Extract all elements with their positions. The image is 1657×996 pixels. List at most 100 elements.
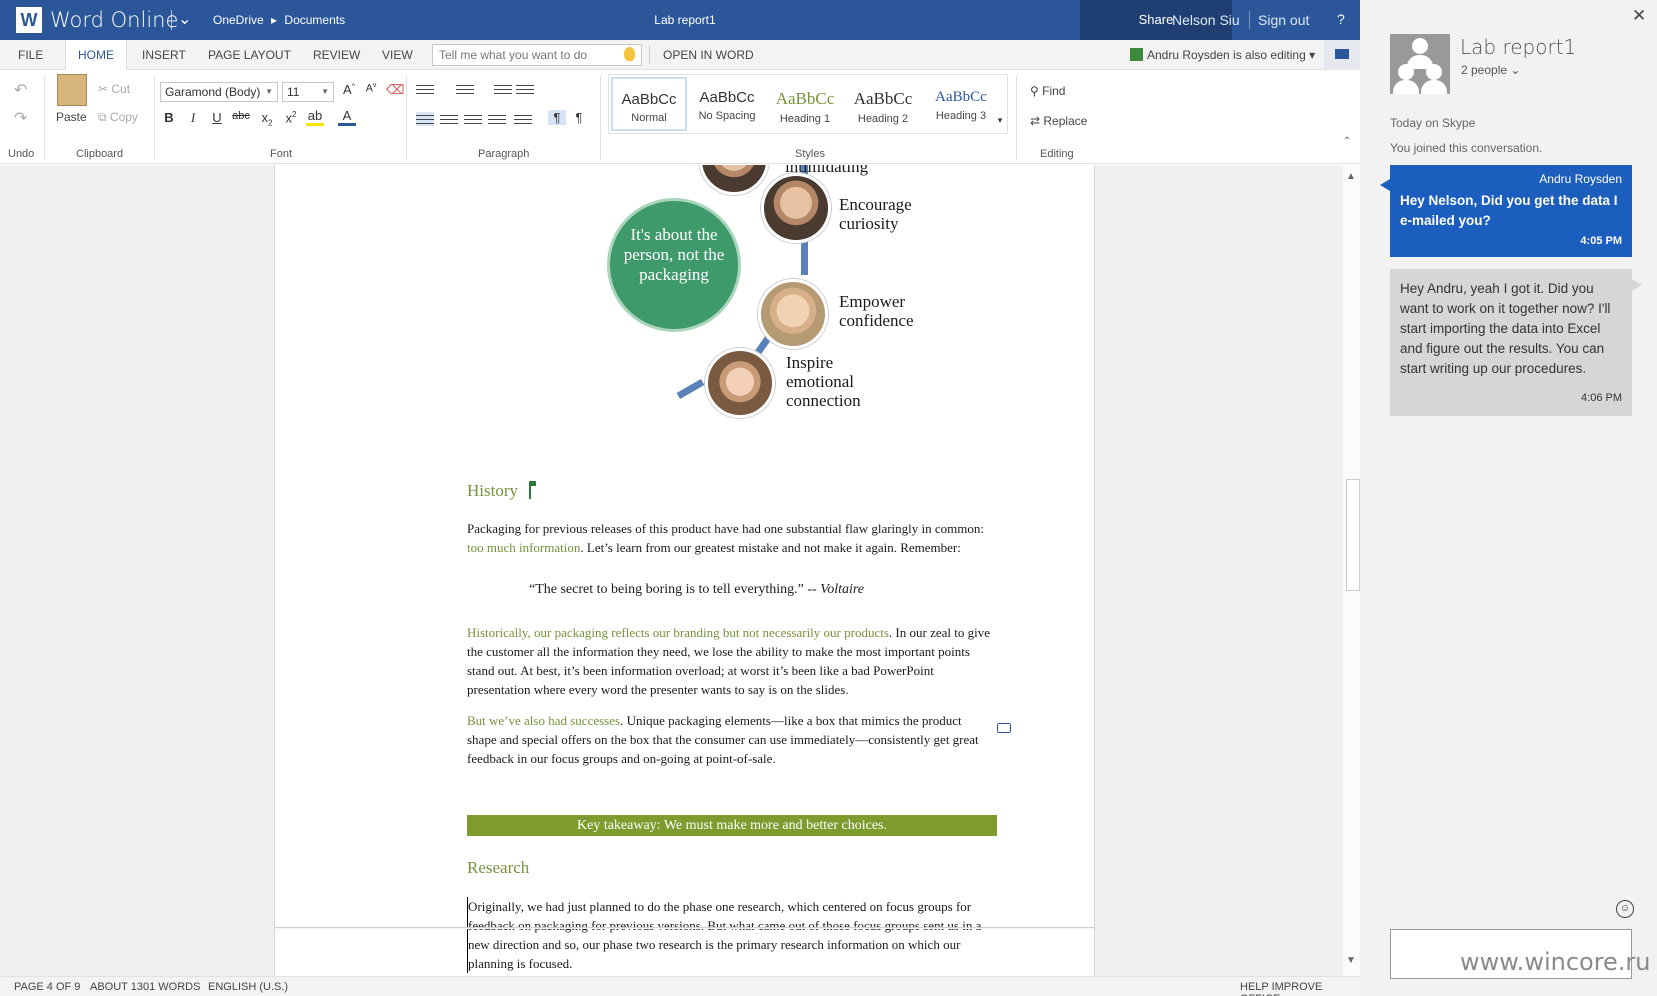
word-count: ABOUT 1301 WORDS: [90, 981, 201, 993]
message-sender: Andru Roysden: [1539, 172, 1622, 186]
style-heading-2[interactable]: AaBbCc Heading 2: [845, 77, 921, 131]
breadcrumb-onedrive[interactable]: OneDrive: [213, 13, 264, 27]
tab-review[interactable]: REVIEW: [301, 40, 372, 70]
help-button[interactable]: ?: [1337, 11, 1345, 27]
infographic-connector: [676, 378, 705, 400]
document-title[interactable]: Lab report1: [580, 13, 790, 27]
undo-icon[interactable]: ↶: [14, 80, 27, 100]
tell-me-input[interactable]: Tell me what you want to do: [432, 44, 642, 66]
increase-indent-icon[interactable]: [516, 82, 534, 96]
face-photo: [699, 165, 769, 195]
italic-icon[interactable]: I: [184, 110, 202, 126]
open-in-word-button[interactable]: OPEN IN WORD: [651, 40, 766, 70]
numbering-icon[interactable]: [456, 82, 474, 96]
style-no-spacing[interactable]: AaBbCc No Spacing: [689, 77, 765, 131]
chat-button[interactable]: [1324, 40, 1360, 70]
replace-icon: ⇄: [1030, 114, 1044, 128]
copy-icon: ⧉: [98, 110, 110, 124]
infographic-item: Inspire emotional connection: [786, 353, 861, 410]
style-name: Heading 3: [935, 110, 987, 122]
infographic-center-circle: It's about the person, not the packaging: [607, 198, 741, 332]
group-avatar-icon: [1390, 34, 1450, 94]
font-color-icon[interactable]: A: [338, 108, 356, 126]
style-heading-3[interactable]: AaBbCc Heading 3: [923, 77, 999, 131]
document-area: intimidating It's about the person, not …: [0, 165, 1360, 976]
comment-icon[interactable]: [997, 723, 1011, 733]
message-text: Hey Nelson, Did you get the data I e-mai…: [1400, 193, 1618, 228]
bold-icon[interactable]: B: [160, 110, 178, 125]
scroll-down-icon[interactable]: ▼: [1346, 955, 1356, 966]
grow-font-icon[interactable]: A^: [340, 82, 358, 97]
paste-button[interactable]: Paste: [56, 110, 87, 124]
style-sample: AaBbCc: [935, 89, 987, 105]
divider: [154, 76, 155, 160]
align-left-icon[interactable]: [416, 112, 434, 126]
close-icon[interactable]: ✕: [1632, 6, 1646, 26]
app-name[interactable]: Word Online: [50, 8, 178, 32]
tab-file[interactable]: FILE: [6, 40, 55, 70]
tab-home[interactable]: HOME: [65, 40, 127, 71]
breadcrumb: OneDrive ▸ Documents: [213, 13, 349, 27]
ribbon-tabs: FILE HOME INSERT PAGE LAYOUT REVIEW VIEW…: [0, 40, 1360, 71]
hyperlink[interactable]: But we’ve also had successes: [467, 713, 620, 728]
clear-formatting-icon[interactable]: ⌫: [386, 82, 404, 98]
styles-more-icon[interactable]: ▾: [991, 115, 1009, 126]
document-page[interactable]: intimidating It's about the person, not …: [274, 165, 1095, 976]
align-right-icon[interactable]: [464, 112, 482, 126]
underline-icon[interactable]: U: [208, 110, 226, 125]
cut-button[interactable]: ✂ Cut: [98, 82, 130, 96]
sign-out-link[interactable]: Sign out: [1258, 12, 1309, 28]
tab-view[interactable]: VIEW: [370, 40, 425, 70]
chevron-down-icon[interactable]: ⌄: [178, 9, 191, 29]
font-name-select[interactable]: Garamond (Body) ▼: [160, 82, 278, 102]
co-author-label: Andru Roysden is also editing: [1147, 48, 1306, 62]
line-spacing-icon[interactable]: [514, 112, 532, 126]
bullets-icon[interactable]: [416, 82, 434, 96]
subscript-icon[interactable]: x2: [258, 110, 276, 128]
language[interactable]: ENGLISH (U.S.): [208, 981, 288, 993]
find-button[interactable]: ⚲ Find: [1030, 84, 1065, 98]
justify-icon[interactable]: [488, 112, 506, 126]
paste-icon[interactable]: [57, 74, 87, 106]
style-normal[interactable]: AaBbCc Normal: [611, 77, 687, 131]
person-icon: [1130, 48, 1143, 61]
divider: [171, 10, 172, 30]
scrollbar-thumb[interactable]: [1346, 479, 1360, 591]
face-photo: [705, 348, 775, 418]
ltr-icon[interactable]: ¶: [548, 110, 566, 125]
highlight-icon[interactable]: ab: [306, 108, 324, 126]
replace-button[interactable]: ⇄ Replace: [1030, 114, 1087, 128]
message-bubble: Hey Andru, yeah I got it. Did you want t…: [1390, 269, 1642, 416]
font-size-select[interactable]: 11 ▼: [282, 82, 334, 102]
redo-icon[interactable]: ↷: [14, 108, 27, 128]
group-label-editing: Editing: [1040, 148, 1074, 160]
vertical-scrollbar[interactable]: ▲ ▼: [1343, 165, 1360, 976]
rtl-icon[interactable]: ¶: [570, 110, 588, 125]
group-label-font: Font: [270, 148, 293, 160]
strikethrough-icon[interactable]: abc: [232, 110, 250, 122]
hyperlink[interactable]: too much information: [467, 540, 580, 555]
align-center-icon[interactable]: [440, 112, 458, 126]
shrink-font-icon[interactable]: Av: [362, 82, 380, 95]
tab-page-layout[interactable]: PAGE LAYOUT: [196, 40, 303, 70]
participants-dropdown[interactable]: 2 people ⌄: [1461, 63, 1520, 77]
co-author-indicator[interactable]: Andru Roysden is also editing ▾: [1130, 48, 1315, 62]
tell-me-placeholder: Tell me what you want to do: [439, 48, 588, 62]
research-heading: Research: [467, 858, 530, 877]
hyperlink[interactable]: Historically, our packaging reflects our…: [467, 625, 889, 640]
user-name[interactable]: Nelson Siu: [1172, 12, 1240, 28]
message-bubble: Andru Roysden Hey Nelson, Did you get th…: [1380, 165, 1632, 257]
scroll-up-icon[interactable]: ▲: [1346, 171, 1356, 182]
copy-button[interactable]: ⧉ Copy: [98, 110, 138, 125]
paragraph: Originally, we had just planned to do th…: [467, 897, 997, 973]
tab-insert[interactable]: INSERT: [130, 40, 198, 70]
emoticon-icon[interactable]: ☺: [1616, 900, 1634, 918]
style-heading-1[interactable]: AaBbCc Heading 1: [767, 77, 843, 131]
collapse-ribbon-icon[interactable]: ⌃: [1338, 136, 1356, 147]
group-label-paragraph: Paragraph: [478, 148, 530, 160]
superscript-icon[interactable]: x2: [282, 110, 300, 125]
bookmark-flag-icon: [529, 481, 536, 499]
decrease-indent-icon[interactable]: [494, 82, 512, 96]
breadcrumb-documents[interactable]: Documents: [284, 13, 345, 27]
help-improve-office-link[interactable]: HELP IMPROVE OFFICE: [1240, 981, 1360, 996]
